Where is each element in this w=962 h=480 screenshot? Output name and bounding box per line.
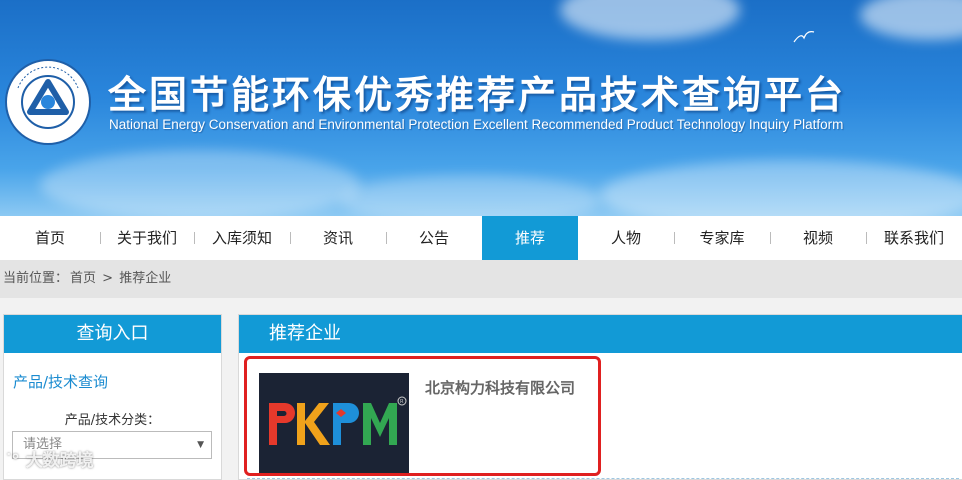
nav-item-1[interactable]: 关于我们 <box>100 216 194 260</box>
nav-separator <box>386 232 387 244</box>
breadcrumb-separator: > <box>102 271 114 286</box>
breadcrumb-home-link[interactable]: 首页 <box>70 271 96 286</box>
watermark: ᐝ° 大数跨境 <box>6 446 94 471</box>
nav-item-5[interactable]: 推荐 <box>482 216 578 260</box>
breadcrumb-current: 推荐企业 <box>119 271 172 286</box>
nav-separator <box>866 232 867 244</box>
cloud-decoration <box>40 150 360 216</box>
recommended-companies-panel: 推荐企业 R 北京构力科技有限公司 <box>238 314 962 480</box>
company-name-link[interactable]: 北京构力科技有限公司 <box>425 377 575 398</box>
breadcrumb: 当前位置： 首页 > 推荐企业 <box>0 260 962 298</box>
category-label: 产品/技术分类： <box>64 413 161 428</box>
nav-item-0[interactable]: 首页 <box>0 216 100 260</box>
site-logo[interactable] <box>4 58 92 146</box>
nav-item-2[interactable]: 入库须知 <box>194 216 290 260</box>
company-card[interactable]: R 北京构力科技有限公司 <box>259 373 609 477</box>
nav-item-7[interactable]: 专家库 <box>674 216 770 260</box>
breadcrumb-prefix: 当前位置： <box>3 271 69 286</box>
company-logo[interactable]: R <box>259 373 409 473</box>
product-query-link[interactable]: 产品/技术查询 <box>13 371 108 392</box>
nav-separator <box>290 232 291 244</box>
site-title: 全国节能环保优秀推荐产品技术查询平台 <box>108 73 847 117</box>
bird-decoration <box>793 31 815 43</box>
watermark-icon: ᐝ° <box>6 451 20 471</box>
chevron-down-icon: ▼ <box>197 440 204 450</box>
nav-item-8[interactable]: 视频 <box>770 216 866 260</box>
svg-text:R: R <box>400 399 404 405</box>
watermark-text: 大数跨境 <box>25 451 94 471</box>
nav-separator <box>194 232 195 244</box>
nav-separator <box>674 232 675 244</box>
cloud-decoration <box>860 0 962 40</box>
main-navigation: 首页 关于我们 入库须知 资讯 公告 推荐 人物 专家库 视频 联系我们 <box>0 216 962 260</box>
nav-item-6[interactable]: 人物 <box>578 216 674 260</box>
site-subtitle: National Energy Conservation and Environ… <box>109 117 844 132</box>
cloud-decoration <box>600 160 962 216</box>
cloud-decoration <box>560 0 740 40</box>
nav-item-9[interactable]: 联系我们 <box>866 216 962 260</box>
panel-title: 推荐企业 <box>239 315 962 353</box>
cloud-decoration <box>340 175 600 216</box>
nav-separator <box>770 232 771 244</box>
sidebar-title: 查询入口 <box>4 315 221 353</box>
nav-item-4[interactable]: 公告 <box>386 216 482 260</box>
nav-item-3[interactable]: 资讯 <box>290 216 386 260</box>
header-banner: 全国节能环保优秀推荐产品技术查询平台 National Energy Conse… <box>0 0 962 216</box>
nav-separator <box>100 232 101 244</box>
divider <box>247 478 959 479</box>
